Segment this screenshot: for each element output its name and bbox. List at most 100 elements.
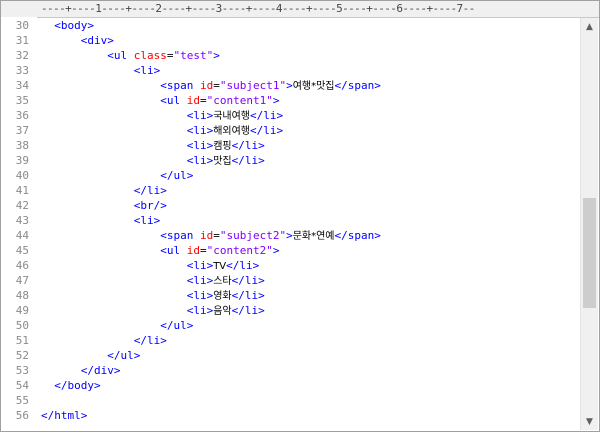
code-text: </li> bbox=[41, 333, 167, 348]
token-val: "subject1" bbox=[219, 79, 287, 92]
token-tag: <ul bbox=[107, 49, 134, 62]
code-line[interactable]: 50 </ul> bbox=[1, 318, 581, 333]
token-tag: </li> bbox=[250, 109, 284, 122]
code-line[interactable]: 38 <li>캠핑</li> bbox=[1, 138, 581, 153]
line-number: 39 bbox=[15, 154, 29, 167]
token-tag: > bbox=[272, 244, 280, 257]
token-tag: <li> bbox=[186, 289, 214, 302]
line-number: 52 bbox=[15, 349, 29, 362]
scroll-up-arrow-icon[interactable]: ▲ bbox=[581, 18, 598, 35]
code-text: <li>음악</li> bbox=[41, 303, 265, 319]
line-number: 37 bbox=[15, 124, 29, 137]
code-line[interactable]: 41 </li> bbox=[1, 183, 581, 198]
code-text: <li>TV</li> bbox=[41, 258, 260, 274]
code-text: </body> bbox=[41, 378, 100, 393]
code-text: </div> bbox=[41, 363, 121, 378]
token-txt: 맛집 bbox=[213, 156, 232, 167]
code-line[interactable]: 31 <div> bbox=[1, 33, 581, 48]
token-tag: </span> bbox=[334, 229, 381, 242]
token-attr: id bbox=[199, 79, 214, 92]
code-text: </ul> bbox=[41, 318, 193, 333]
token-tag: <span bbox=[160, 229, 200, 242]
token-txt: 캠핑 bbox=[213, 141, 232, 152]
code-line[interactable]: 40 </ul> bbox=[1, 168, 581, 183]
line-number: 38 bbox=[15, 139, 29, 152]
token-tag: </ul> bbox=[160, 169, 194, 182]
code-line[interactable]: 53 </div> bbox=[1, 363, 581, 378]
line-number: 32 bbox=[15, 49, 29, 62]
code-line[interactable]: 47 <li>스타</li> bbox=[1, 273, 581, 288]
line-number: 34 bbox=[15, 79, 29, 92]
token-txt: 국내여행 bbox=[213, 111, 251, 122]
token-attr: id bbox=[186, 94, 200, 107]
token-attr: id bbox=[186, 244, 200, 257]
code-line[interactable]: 44 <span id="subject2">문화*연예</span> bbox=[1, 228, 581, 243]
line-number: 44 bbox=[15, 229, 29, 242]
code-line[interactable]: 46 <li>TV</li> bbox=[1, 258, 581, 273]
line-number: 50 bbox=[15, 319, 29, 332]
token-tag: > bbox=[286, 79, 293, 92]
token-tag: </li> bbox=[133, 184, 167, 197]
code-text: <li>해외여행</li> bbox=[41, 123, 283, 139]
line-number: 54 bbox=[15, 379, 29, 392]
code-line[interactable]: 33 <li> bbox=[1, 63, 581, 78]
code-line[interactable]: 32 <ul class="test"> bbox=[1, 48, 581, 63]
code-line[interactable]: 45 <ul id="content2"> bbox=[1, 243, 581, 258]
code-line[interactable]: 34 <span id="subject1">여행*맛집</span> bbox=[1, 78, 581, 93]
text-editor[interactable]: ----+----1----+----2----+----3----+----4… bbox=[0, 0, 600, 432]
code-line[interactable]: 30 <body> bbox=[1, 18, 581, 33]
code-text: </html> bbox=[41, 408, 87, 423]
code-line[interactable]: 54 </body> bbox=[1, 378, 581, 393]
line-number: 43 bbox=[15, 214, 29, 227]
token-tag: <li> bbox=[186, 124, 214, 137]
vertical-scrollbar[interactable]: ▲ ▼ bbox=[580, 18, 598, 430]
token-tag: </html> bbox=[41, 409, 88, 422]
line-number: 41 bbox=[15, 184, 29, 197]
token-tag: > bbox=[272, 94, 280, 107]
token-txt: 문화*연예 bbox=[292, 231, 335, 242]
code-line[interactable]: 37 <li>해외여행</li> bbox=[1, 123, 581, 138]
line-number: 46 bbox=[15, 259, 29, 272]
code-line[interactable]: 43 <li> bbox=[1, 213, 581, 228]
token-tag: <li> bbox=[186, 304, 214, 317]
code-line[interactable]: 55 bbox=[1, 393, 581, 408]
scroll-thumb[interactable] bbox=[583, 198, 596, 308]
code-text: </li> bbox=[41, 183, 167, 198]
code-line[interactable]: 39 <li>맛집</li> bbox=[1, 153, 581, 168]
code-line[interactable]: 49 <li>음악</li> bbox=[1, 303, 581, 318]
token-tag: </li> bbox=[231, 154, 265, 167]
code-line[interactable]: 51 </li> bbox=[1, 333, 581, 348]
token-eq: = bbox=[199, 94, 207, 107]
token-tag: <div> bbox=[80, 34, 114, 47]
token-txt: 스타 bbox=[213, 276, 232, 287]
code-text: <ul id="content2"> bbox=[41, 243, 279, 258]
code-line[interactable]: 36 <li>국내여행</li> bbox=[1, 108, 581, 123]
token-txt: 여행*맛집 bbox=[292, 81, 335, 92]
scroll-down-arrow-icon[interactable]: ▼ bbox=[581, 413, 598, 430]
code-area[interactable]: 30 <body> 31 <div> 32 <ul class="test"> 33 … bbox=[1, 18, 581, 430]
code-line[interactable]: 35 <ul id="content1"> bbox=[1, 93, 581, 108]
code-text: <br/> bbox=[41, 198, 167, 213]
line-number: 55 bbox=[15, 394, 29, 407]
code-line[interactable]: 42 <br/> bbox=[1, 198, 581, 213]
line-number: 47 bbox=[15, 274, 29, 287]
token-tag: <span bbox=[160, 79, 200, 92]
token-tag: <li> bbox=[186, 259, 214, 272]
code-line[interactable]: 56 </html> bbox=[1, 408, 581, 423]
token-txt: 음악 bbox=[213, 306, 232, 317]
code-line[interactable]: 48 <li>영화</li> bbox=[1, 288, 581, 303]
code-line[interactable]: 52 </ul> bbox=[1, 348, 581, 363]
